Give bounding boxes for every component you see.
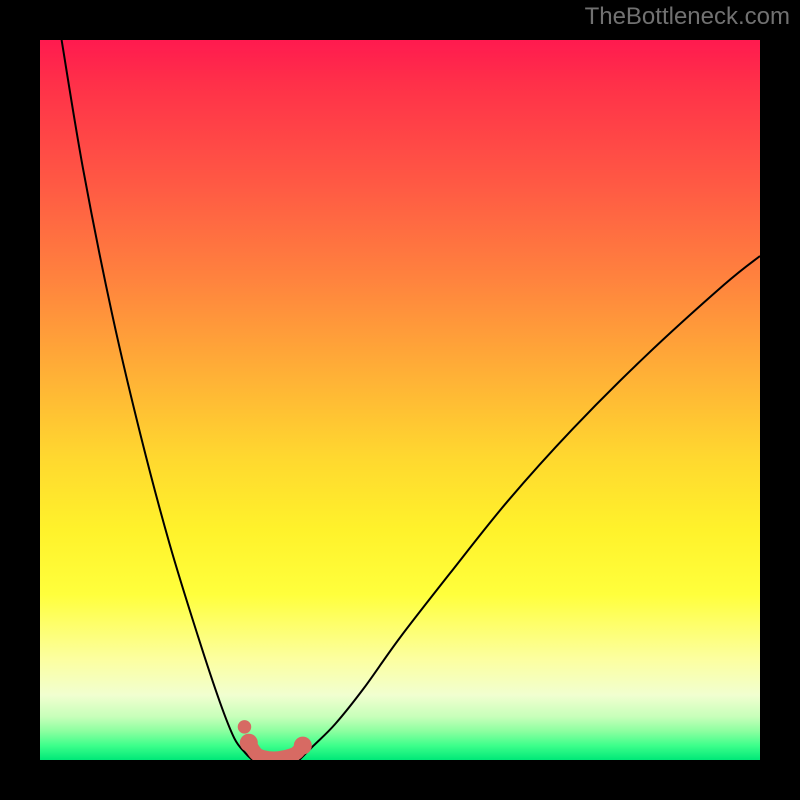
trough-dot (294, 737, 312, 755)
trough-dot-detached (238, 720, 252, 734)
left-curve (62, 40, 253, 760)
plot-area (40, 40, 760, 760)
right-curve (299, 256, 760, 760)
chart-frame: TheBottleneck.com (0, 0, 800, 800)
trough-dot (240, 734, 258, 752)
trough-markers (238, 720, 312, 754)
watermark-text: TheBottleneck.com (585, 3, 790, 31)
curves-svg (40, 40, 760, 760)
